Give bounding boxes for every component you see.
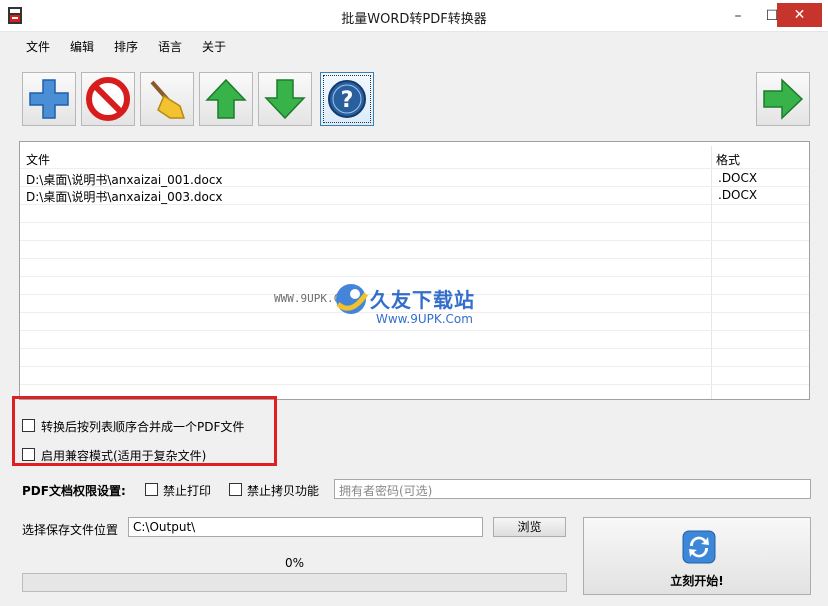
owner-password-input[interactable]: 拥有者密码(可选) — [334, 479, 811, 499]
next-button[interactable] — [756, 72, 810, 126]
move-up-button[interactable] — [199, 72, 253, 126]
row-divider — [20, 348, 809, 349]
file-list[interactable]: 文件 格式 D:\桌面\说明书\anxaizai_001.docx .DOCX … — [19, 141, 810, 400]
merge-pdf-checkbox[interactable] — [22, 419, 35, 432]
menu-sort[interactable]: 排序 — [114, 38, 138, 55]
permission-title: PDF文档权限设置: — [22, 484, 126, 498]
menu-bar: 文件 编辑 排序 语言 关于 — [0, 33, 828, 59]
no-print-checkbox[interactable] — [145, 483, 158, 496]
question-icon: ? — [328, 80, 366, 118]
file-path-cell: D:\桌面\说明书\anxaizai_001.docx — [26, 173, 223, 187]
refresh-icon — [682, 530, 716, 564]
help-button[interactable]: ? — [320, 72, 374, 126]
plus-icon — [29, 79, 69, 119]
output-path-input[interactable]: C:\Output\ — [128, 517, 483, 537]
add-file-button[interactable] — [22, 72, 76, 126]
row-divider — [20, 168, 809, 169]
browse-button[interactable]: 浏览 — [493, 517, 566, 537]
owner-password-placeholder: 拥有者密码(可选) — [339, 484, 433, 498]
window-title: 批量WORD转PDF转换器 — [341, 12, 487, 27]
watermark-title: 久友下载站 — [370, 288, 475, 312]
column-header-format[interactable]: 格式 — [716, 151, 740, 168]
file-path-cell: D:\桌面\说明书\anxaizai_003.docx — [26, 190, 223, 204]
row-divider — [20, 366, 809, 367]
output-path-value: C:\Output\ — [133, 520, 196, 534]
row-divider — [20, 240, 809, 241]
progress-percent: 0% — [285, 556, 305, 570]
merge-pdf-label: 转换后按列表顺序合并成一个PDF文件 — [41, 420, 245, 434]
row-divider — [20, 384, 809, 385]
menu-language[interactable]: 语言 — [158, 38, 182, 55]
arrow-down-icon — [264, 79, 306, 120]
start-button[interactable]: 立刻开始! — [583, 517, 811, 595]
no-entry-icon — [86, 77, 130, 121]
move-down-button[interactable] — [258, 72, 312, 126]
watermark: WWW.9UPK.COM 久友下载站 Www.9UPK.Com — [274, 276, 534, 336]
compat-mode-checkbox[interactable] — [22, 448, 35, 461]
arrow-right-icon — [763, 78, 804, 120]
column-separator — [711, 146, 712, 399]
watermark-subtitle: Www.9UPK.Com — [376, 312, 473, 326]
compat-mode-label: 启用兼容模式(适用于复杂文件) — [41, 449, 207, 463]
no-print-label: 禁止打印 — [163, 484, 212, 498]
arrow-up-icon — [205, 78, 247, 119]
menu-edit[interactable]: 编辑 — [70, 38, 94, 55]
remove-button[interactable] — [81, 72, 135, 126]
start-label: 立刻开始! — [670, 574, 724, 588]
no-copy-label: 禁止拷贝功能 — [247, 484, 320, 498]
output-location-label: 选择保存文件位置 — [22, 523, 119, 537]
close-button[interactable]: ✕ — [777, 3, 822, 27]
menu-file[interactable]: 文件 — [26, 38, 50, 55]
svg-text:?: ? — [341, 88, 354, 113]
file-format-cell: .DOCX — [718, 188, 758, 202]
clear-button[interactable] — [140, 72, 194, 126]
menu-about[interactable]: 关于 — [202, 38, 226, 55]
watermark-logo-icon — [336, 284, 369, 314]
row-divider — [20, 222, 809, 223]
progress-bar — [22, 573, 567, 592]
title-bar: 批量WORD转PDF转换器 – ☐ ✕ — [0, 0, 828, 32]
row-divider — [20, 258, 809, 259]
no-copy-checkbox[interactable] — [229, 483, 242, 496]
file-format-cell: .DOCX — [718, 171, 758, 185]
broom-icon — [150, 80, 186, 119]
column-header-file[interactable]: 文件 — [26, 151, 50, 168]
